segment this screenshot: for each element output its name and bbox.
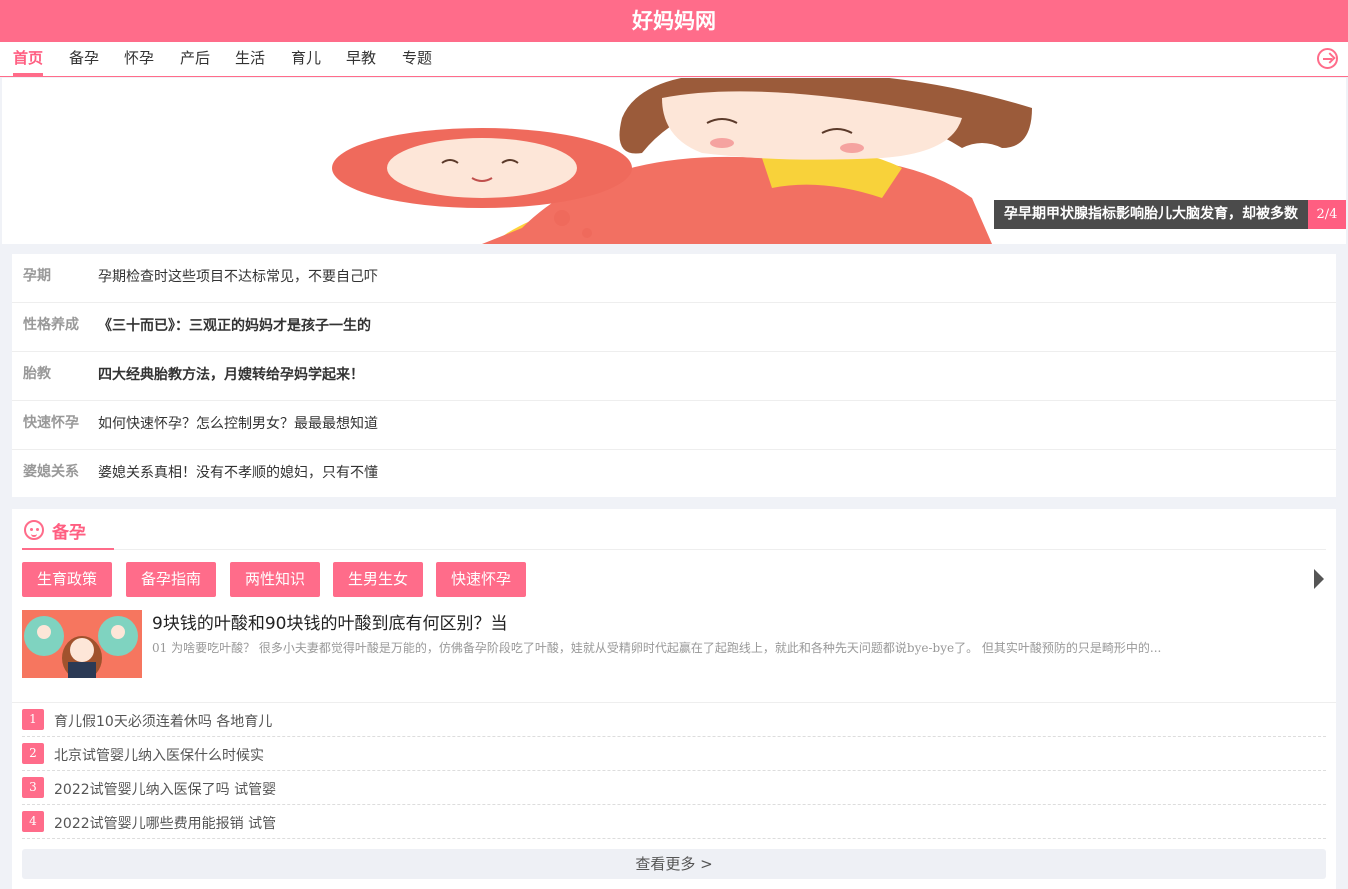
rank-badge: 3 [22, 777, 44, 798]
article-title[interactable]: 9块钱的叶酸和90块钱的叶酸到底有何区别？当 [152, 609, 507, 634]
article-thumbnail[interactable] [22, 610, 142, 678]
nav-item-huaiyun[interactable]: 怀孕 [124, 42, 154, 76]
section-title-underline [22, 548, 114, 550]
topic-category[interactable]: 性格养成 [23, 314, 79, 334]
topic-category[interactable]: 婆媳关系 [23, 461, 79, 481]
rank-badge: 1 [22, 709, 44, 730]
tags-next-arrow-icon[interactable] [1314, 569, 1324, 589]
beiyun-section: 备孕 生育政策 备孕指南 两性知识 生男生女 快速怀孕 9块钱的叶酸和90块钱的… [12, 509, 1336, 889]
list-item[interactable]: 3 2022试管婴儿纳入医保了吗 试管婴 [22, 771, 1326, 805]
hot-topic-list: 孕期 孕期检查时这些项目不达标常见，不要自己吓 性格养成 《三十而已》：三观正的… [12, 254, 1336, 497]
view-more-button[interactable]: 查看更多 > [22, 849, 1326, 879]
tag-button[interactable]: 两性知识 [230, 562, 321, 597]
banner-counter: 2/4 [1308, 200, 1346, 229]
nav-item-yuer[interactable]: 育儿 [291, 42, 321, 76]
list-item[interactable]: 1 育儿假10天必须连着休吗 各地育儿 [22, 703, 1326, 737]
banner-caption[interactable]: 孕早期甲状腺指标影响胎儿大脑发育，却被多数 [994, 200, 1308, 229]
tag-button[interactable]: 快速怀孕 [436, 562, 527, 597]
topic-title[interactable]: 四大经典胎教方法，月嫂转给孕妈学起来！ [98, 364, 364, 384]
topic-category[interactable]: 快速怀孕 [23, 412, 79, 432]
topic-category[interactable]: 胎教 [23, 363, 51, 383]
site-title[interactable]: 好妈妈网 [632, 9, 716, 33]
list-item[interactable]: 孕期 孕期检查时这些项目不达标常见，不要自己吓 [12, 254, 1336, 303]
nav-more-arrow-icon[interactable] [1317, 48, 1338, 69]
baby-face-icon [24, 520, 44, 540]
list-item-title[interactable]: 育儿假10天必须连着休吗 各地育儿 [54, 711, 272, 731]
topic-title[interactable]: 《三十而已》：三观正的妈妈才是孩子一生的 [98, 315, 371, 335]
topic-category[interactable]: 孕期 [23, 265, 51, 285]
list-item-title[interactable]: 北京试管婴儿纳入医保什么时候实 [54, 745, 264, 765]
list-item-title[interactable]: 2022试管婴儿哪些费用能报销 试管 [54, 813, 276, 833]
rank-badge: 4 [22, 811, 44, 832]
ranked-list: 1 育儿假10天必须连着休吗 各地育儿 2 北京试管婴儿纳入医保什么时候实 3 … [12, 702, 1336, 839]
list-item[interactable]: 婆媳关系 婆媳关系真相！没有不孝顺的媳妇，只有不懂 [12, 450, 1336, 499]
section-title[interactable]: 备孕 [52, 518, 86, 543]
main-nav: 首页 备孕 怀孕 产后 生活 育儿 早教 专题 [0, 42, 1348, 77]
rank-badge: 2 [22, 743, 44, 764]
nav-item-home[interactable]: 首页 [13, 42, 44, 76]
nav-item-shenghuo[interactable]: 生活 [235, 42, 265, 76]
nav-item-zhuanti[interactable]: 专题 [402, 42, 432, 76]
tag-button[interactable]: 备孕指南 [126, 562, 217, 597]
topic-title[interactable]: 孕期检查时这些项目不达标常见，不要自己吓 [98, 266, 378, 286]
list-item[interactable]: 胎教 四大经典胎教方法，月嫂转给孕妈学起来！ [12, 352, 1336, 401]
list-item[interactable]: 2 北京试管婴儿纳入医保什么时候实 [22, 737, 1326, 771]
tag-button[interactable]: 生育政策 [22, 562, 113, 597]
topic-title[interactable]: 婆媳关系真相！没有不孝顺的媳妇，只有不懂 [98, 462, 378, 482]
site-header: 好妈妈网 [0, 0, 1348, 42]
article-summary: 01 为啥要吃叶酸？ 很多小夫妻都觉得叶酸是万能的，仿佛备孕阶段吃了叶酸，娃就从… [152, 641, 1162, 655]
list-item[interactable]: 快速怀孕 如何快速怀孕？怎么控制男女？最最最想知道 [12, 401, 1336, 450]
topic-title[interactable]: 如何快速怀孕？怎么控制男女？最最最想知道 [98, 413, 378, 433]
section-header: 备孕 [22, 509, 1326, 550]
featured-article[interactable]: 9块钱的叶酸和90块钱的叶酸到底有何区别？当 01 为啥要吃叶酸？ 很多小夫妻都… [22, 609, 1326, 689]
nav-item-chanhou[interactable]: 产后 [180, 42, 210, 76]
nav-item-beiyun[interactable]: 备孕 [69, 42, 99, 76]
list-item[interactable]: 性格养成 《三十而已》：三观正的妈妈才是孩子一生的 [12, 303, 1336, 352]
nav-item-zaojiao[interactable]: 早教 [346, 42, 376, 76]
tag-button[interactable]: 生男生女 [333, 562, 424, 597]
banner-carousel[interactable]: 孕早期甲状腺指标影响胎儿大脑发育，却被多数 2/4 [2, 78, 1346, 244]
list-item[interactable]: 4 2022试管婴儿哪些费用能报销 试管 [22, 805, 1326, 839]
list-item-title[interactable]: 2022试管婴儿纳入医保了吗 试管婴 [54, 779, 276, 799]
